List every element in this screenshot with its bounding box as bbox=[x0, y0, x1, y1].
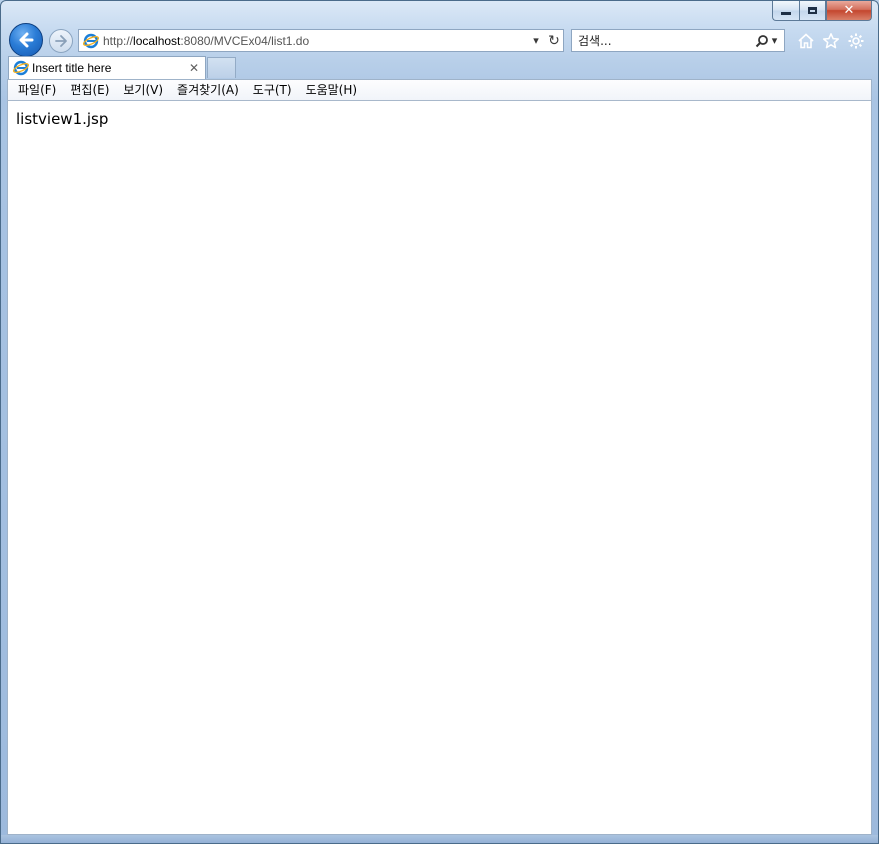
favorites-button[interactable] bbox=[820, 30, 841, 51]
menu-item-tools[interactable]: 도구(T) bbox=[246, 80, 299, 100]
menu-item-help[interactable]: 도움말(H) bbox=[299, 80, 365, 100]
chevron-down-icon: ▾ bbox=[771, 34, 778, 47]
minimize-icon bbox=[781, 12, 791, 15]
home-button[interactable] bbox=[795, 30, 816, 51]
home-icon bbox=[797, 32, 814, 48]
menu-item-file[interactable]: 파일(F) bbox=[11, 80, 63, 100]
page-content: listview1.jsp bbox=[7, 101, 872, 835]
menu-item-edit[interactable]: 편집(E) bbox=[63, 80, 116, 100]
chevron-down-icon: ▾ bbox=[533, 34, 539, 47]
menu-bar: 파일(F) 편집(E) 보기(V) 즐겨찾기(A) 도구(T) 도움말(H) bbox=[7, 79, 872, 101]
search-input[interactable] bbox=[572, 32, 748, 49]
gear-icon bbox=[848, 33, 863, 48]
window-bottom-frame bbox=[1, 835, 878, 843]
back-button[interactable] bbox=[9, 23, 43, 57]
new-tab-button[interactable] bbox=[207, 57, 236, 78]
url-text[interactable]: http://localhost:8080/MVCEx04/list1.do bbox=[103, 34, 527, 48]
tab-insert-title-here[interactable]: Insert title here ✕ bbox=[8, 56, 206, 79]
forward-arrow-icon bbox=[55, 35, 67, 47]
menu-item-view[interactable]: 보기(V) bbox=[116, 80, 170, 100]
address-bar[interactable]: http://localhost:8080/MVCEx04/list1.do ▾… bbox=[78, 29, 564, 52]
browser-window: ✕ http://localhost:8080/MVCEx04/list1.do… bbox=[0, 0, 879, 844]
search-button[interactable]: ▾ bbox=[748, 30, 784, 51]
search-icon bbox=[755, 34, 768, 47]
url-prefix: http:// bbox=[103, 33, 134, 48]
caption-buttons: ✕ bbox=[772, 1, 872, 22]
forward-button[interactable] bbox=[49, 29, 73, 53]
page-body-text: listview1.jsp bbox=[16, 110, 109, 128]
star-icon bbox=[822, 32, 839, 48]
search-box: ▾ bbox=[571, 29, 785, 52]
close-icon: ✕ bbox=[843, 3, 855, 18]
internet-explorer-icon bbox=[13, 60, 29, 76]
tab-close-button[interactable]: ✕ bbox=[186, 61, 202, 75]
back-arrow-icon bbox=[19, 32, 34, 48]
maximize-icon bbox=[808, 7, 817, 14]
command-icons bbox=[795, 30, 866, 51]
tools-button[interactable] bbox=[845, 30, 866, 51]
address-dropdown-button[interactable]: ▾ bbox=[527, 30, 545, 51]
close-icon: ✕ bbox=[188, 61, 200, 75]
close-button[interactable]: ✕ bbox=[826, 1, 872, 21]
refresh-icon: ↻ bbox=[548, 32, 560, 49]
menu-item-favorites[interactable]: 즐겨찾기(A) bbox=[170, 80, 246, 100]
url-path: :8080/MVCEx04/list1.do bbox=[180, 33, 310, 48]
url-host: localhost bbox=[133, 33, 181, 48]
refresh-button[interactable]: ↻ bbox=[545, 30, 563, 51]
tab-title: Insert title here bbox=[32, 61, 112, 75]
maximize-button[interactable] bbox=[799, 1, 826, 21]
minimize-button[interactable] bbox=[772, 1, 799, 21]
internet-explorer-icon bbox=[83, 33, 99, 49]
